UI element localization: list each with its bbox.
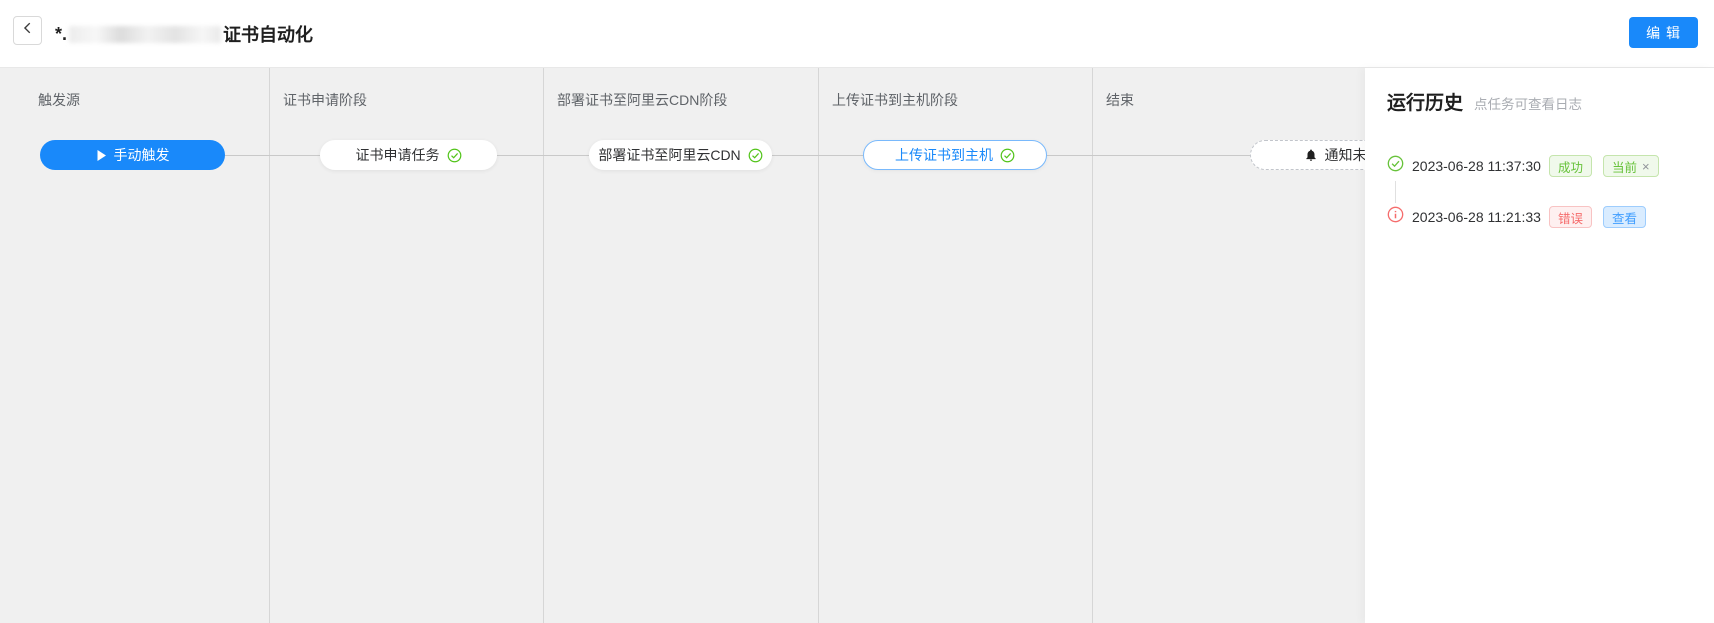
node-connector — [497, 155, 589, 156]
close-icon[interactable]: × — [1642, 160, 1650, 173]
node-label: 通知未 — [1325, 145, 1367, 165]
run-history-header: 运行历史 点任务可查看日志 — [1387, 88, 1582, 115]
badge-label: 当前 — [1612, 157, 1637, 176]
run-entry-error[interactable]: 2023-06-28 11:21:33 错误 查看 — [1387, 205, 1646, 229]
run-history-hint: 点任务可查看日志 — [1474, 93, 1582, 113]
column-divider — [543, 68, 544, 623]
node-label: 部署证书至阿里云CDN — [598, 145, 740, 165]
workflow-canvas: 触发源 证书申请阶段 部署证书至阿里云CDN阶段 上传证书到主机阶段 结束 手动… — [0, 68, 1714, 623]
bell-icon — [1304, 148, 1318, 162]
page-title-prefix: *. — [55, 24, 67, 45]
back-button[interactable] — [13, 16, 42, 45]
chevron-left-icon — [21, 21, 35, 40]
node-connector — [1047, 155, 1250, 156]
current-badge: 当前 × — [1603, 155, 1659, 177]
column-label-end: 结束 — [1106, 90, 1134, 110]
badge-label: 查看 — [1612, 208, 1637, 227]
column-label-upload-host: 上传证书到主机阶段 — [832, 90, 958, 110]
node-manual-trigger[interactable]: 手动触发 — [40, 140, 225, 170]
node-connector — [772, 155, 863, 156]
column-label-deploy-cdn: 部署证书至阿里云CDN阶段 — [557, 90, 727, 110]
node-deploy-cdn[interactable]: 部署证书至阿里云CDN — [589, 140, 772, 170]
timeline-connector — [1395, 181, 1396, 203]
run-entry-success[interactable]: 2023-06-28 11:37:30 成功 当前 × — [1387, 154, 1659, 178]
column-divider — [269, 68, 270, 623]
node-label: 证书申请任务 — [356, 145, 440, 165]
node-upload-host[interactable]: 上传证书到主机 — [863, 140, 1047, 170]
title-redacted-blur — [69, 26, 221, 43]
page-title-suffix: 证书自动化 — [223, 21, 313, 47]
certificate-automation-page: *. 证书自动化 编 辑 触发源 证书申请阶段 部署证书至阿里云CDN阶段 上传… — [0, 0, 1714, 623]
badge-label: 错误 — [1558, 208, 1583, 227]
run-timestamp: 2023-06-28 11:21:33 — [1412, 209, 1541, 225]
success-circle-icon — [1387, 155, 1404, 177]
node-label: 手动触发 — [114, 145, 170, 165]
page-header: *. 证书自动化 编 辑 — [0, 0, 1714, 68]
check-circle-icon — [748, 148, 763, 163]
status-badge-success: 成功 — [1549, 155, 1592, 177]
status-badge-error: 错误 — [1549, 206, 1592, 228]
run-history-panel: 运行历史 点任务可查看日志 2023-06-28 11:37:30 成功 当前 … — [1365, 68, 1714, 623]
error-circle-icon — [1387, 206, 1404, 228]
check-circle-icon — [447, 148, 462, 163]
play-icon — [96, 149, 107, 162]
edit-button[interactable]: 编 辑 — [1629, 17, 1698, 48]
run-timestamp: 2023-06-28 11:37:30 — [1412, 158, 1541, 174]
node-cert-apply-task[interactable]: 证书申请任务 — [320, 140, 497, 170]
page-title: *. 证书自动化 — [55, 20, 313, 48]
column-label-trigger: 触发源 — [38, 90, 80, 110]
column-divider — [818, 68, 819, 623]
view-log-button[interactable]: 查看 — [1603, 206, 1646, 228]
node-label: 上传证书到主机 — [895, 145, 993, 165]
run-history-title: 运行历史 — [1387, 88, 1463, 115]
column-label-cert-apply: 证书申请阶段 — [283, 90, 367, 110]
column-divider — [1092, 68, 1093, 623]
check-circle-icon — [1000, 148, 1015, 163]
node-connector — [225, 155, 320, 156]
badge-label: 成功 — [1558, 157, 1583, 176]
